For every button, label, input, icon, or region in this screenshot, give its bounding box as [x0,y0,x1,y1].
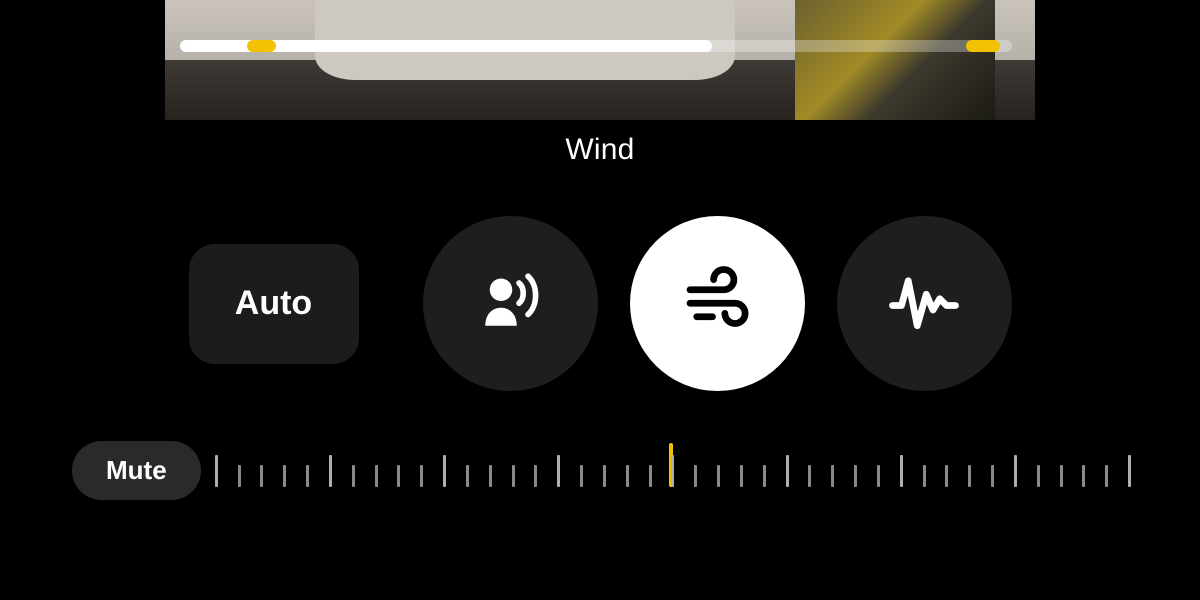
slider-tick [900,455,903,487]
wind-icon [681,265,753,342]
slider-tick [397,465,400,487]
mute-button[interactable]: Mute [72,441,201,500]
audio-level-row: Mute [72,441,1128,500]
noise-icon [888,265,960,342]
video-preview[interactable] [165,0,1035,120]
slider-tick [260,465,263,487]
slider-tick [786,455,789,487]
timeline-marker-end[interactable] [966,40,999,52]
timeline[interactable] [180,40,1012,52]
wind-button[interactable] [630,216,805,391]
slider-tick [991,465,994,487]
slider-tick [649,465,652,487]
slider-tick [1037,465,1040,487]
slider-tick [1082,465,1085,487]
slider-tick [854,465,857,487]
slider-tick [306,465,309,487]
slider-tick [763,465,766,487]
slider-tick [489,465,492,487]
voice-isolation-icon [474,265,546,342]
slider-tick [238,465,241,487]
timeline-marker-start[interactable] [247,40,276,52]
slider-tick [626,465,629,487]
slider-tick [717,465,720,487]
slider-tick [1060,465,1063,487]
audio-mode-row: Auto [0,216,1200,391]
slider-tick [1105,465,1108,487]
slider-tick [945,465,948,487]
slider-tick [466,465,469,487]
slider-tick [557,455,560,487]
slider-tick [603,465,606,487]
slider-tick [580,465,583,487]
slider-tick [671,455,674,487]
slider-tick [831,465,834,487]
slider-tick [1014,455,1017,487]
slider-tick [877,465,880,487]
slider-tick [283,465,286,487]
slider-tick [923,465,926,487]
slider-tick [808,465,811,487]
slider-tick [740,465,743,487]
slider-tick [329,455,332,487]
slider-tick [534,465,537,487]
slider-tick [1128,455,1131,487]
slider-tick [512,465,515,487]
audio-mode-title: Wind [0,133,1200,167]
slider-tick [352,465,355,487]
slider-tick [443,455,446,487]
audio-level-slider[interactable] [215,449,1128,493]
slider-tick [694,465,697,487]
voice-isolation-button[interactable] [423,216,598,391]
slider-tick [215,455,218,487]
auto-button[interactable]: Auto [189,244,359,364]
slider-tick [375,465,378,487]
slider-tick [420,465,423,487]
slider-tick [968,465,971,487]
noise-button[interactable] [837,216,1012,391]
